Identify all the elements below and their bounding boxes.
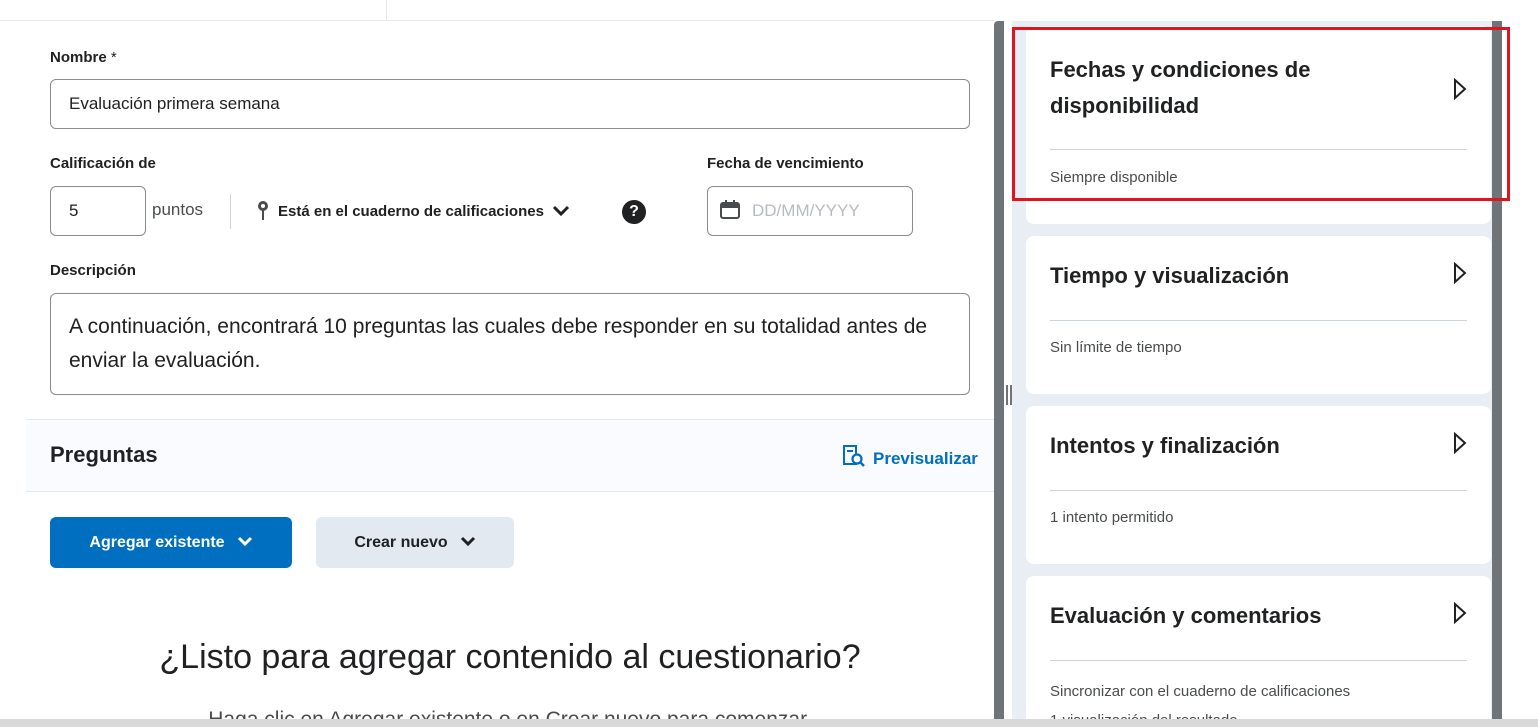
chevron-down-icon (552, 205, 570, 217)
name-input[interactable]: Evaluación primera semana (50, 79, 970, 129)
gradebook-dropdown[interactable]: Está en el cuaderno de calificaciones (256, 197, 570, 225)
grade-divider (230, 194, 231, 229)
card-title: Intentos y finalización (1050, 433, 1280, 458)
help-icon[interactable]: ? (622, 200, 646, 224)
create-new-label: Crear nuevo (354, 533, 448, 551)
questions-header: Preguntas Previsualizar (26, 419, 994, 492)
preview-label: Previsualizar (873, 448, 978, 468)
description-label: Descripción (50, 262, 136, 279)
card-title: Evaluación y comentarios (1050, 603, 1322, 628)
grade-label: Calificación de (50, 155, 156, 172)
calendar-icon (720, 199, 740, 224)
card-summary: Sin límite de tiempo (1050, 339, 1182, 356)
panel-splitter[interactable] (994, 21, 1004, 727)
pin-icon (256, 200, 270, 222)
due-date-input[interactable]: DD/MM/YYYY (707, 186, 913, 236)
card-title: Tiempo y visualización (1050, 263, 1290, 288)
caret-right-icon (1453, 261, 1467, 289)
card-divider (1050, 320, 1467, 321)
grade-points-input[interactable]: 5 (50, 186, 146, 236)
card-timing-display[interactable]: Tiempo y visualización Sin límite de tie… (1026, 236, 1491, 394)
top-bar (0, 0, 994, 21)
create-new-button[interactable]: Crear nuevo (316, 517, 514, 568)
questions-title: Preguntas (50, 442, 158, 467)
caret-right-icon (1453, 601, 1467, 629)
quiz-editor-main: Nombre * Evaluación primera semana Calif… (0, 21, 994, 727)
caret-right-icon (1453, 431, 1467, 459)
description-input[interactable]: A continuación, encontrará 10 preguntas … (50, 293, 970, 395)
preview-link[interactable]: Previsualizar (842, 444, 978, 473)
due-date-label: Fecha de vencimiento (707, 155, 864, 172)
due-date-placeholder: DD/MM/YYYY (752, 201, 860, 220)
card-summary: 1 intento permitido (1050, 509, 1174, 526)
card-divider (1050, 490, 1467, 491)
chevron-down-icon (237, 534, 253, 552)
chevron-down-icon (460, 534, 476, 552)
empty-state-title: ¿Listo para agregar contenido al cuestio… (159, 638, 861, 676)
name-label: Nombre * (50, 49, 117, 66)
card-summary: Sincronizar con el cuaderno de calificac… (1050, 683, 1351, 700)
name-label-text: Nombre (50, 49, 107, 66)
horizontal-scrollbar[interactable] (0, 719, 1538, 727)
required-marker: * (110, 49, 117, 66)
card-divider (1050, 660, 1467, 661)
grade-unit: puntos (152, 200, 204, 219)
gradebook-label: Está en el cuaderno de calificaciones (278, 202, 544, 220)
add-existing-button[interactable]: Agregar existente (50, 517, 292, 568)
preview-icon (842, 444, 866, 473)
card-attempts-completion[interactable]: Intentos y finalización 1 intento permit… (1026, 406, 1491, 564)
card-evaluation-feedback[interactable]: Evaluación y comentarios Sincronizar con… (1026, 576, 1491, 727)
top-bar-separator (386, 0, 387, 20)
add-existing-label: Agregar existente (89, 533, 225, 551)
highlight-box (1012, 27, 1510, 201)
